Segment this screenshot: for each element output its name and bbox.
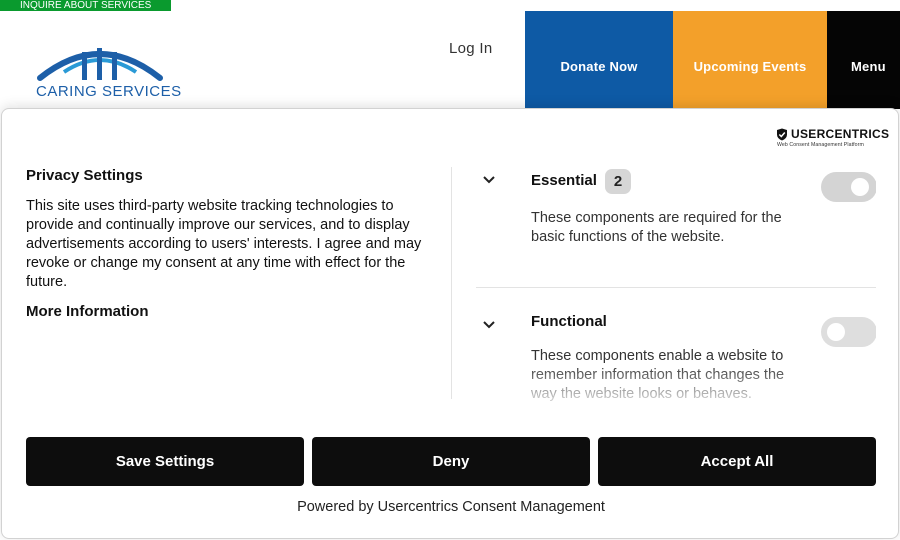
shield-check-icon xyxy=(777,128,787,140)
save-settings-button[interactable]: Save Settings xyxy=(26,437,304,486)
service-essential: Essential 2 These components are require… xyxy=(476,167,876,288)
bridge-logo-icon xyxy=(37,48,163,81)
more-information-link[interactable]: More Information xyxy=(26,303,149,320)
service-categories-list[interactable]: Essential 2 These components are require… xyxy=(476,167,876,407)
privacy-settings-dialog: USERCENTRICS Web Consent Management Plat… xyxy=(1,108,899,539)
usercentrics-logo: USERCENTRICS Web Consent Management Plat… xyxy=(776,127,889,151)
column-divider xyxy=(451,167,452,399)
consent-actions: Save Settings Deny Accept All xyxy=(26,437,876,486)
chevron-down-icon[interactable] xyxy=(482,320,496,330)
essential-toggle[interactable] xyxy=(821,172,876,202)
service-functional: Functional These components enable a web… xyxy=(476,288,876,407)
service-description: These components are required for the ba… xyxy=(531,210,782,245)
deny-button[interactable]: Deny xyxy=(312,437,590,486)
powered-by-text: Powered by Usercentrics Consent Manageme… xyxy=(297,499,605,515)
service-name: Functional xyxy=(531,313,607,330)
accept-all-button[interactable]: Accept All xyxy=(598,437,876,486)
chevron-down-icon[interactable] xyxy=(482,175,496,185)
logo-text: CARING SERVICES xyxy=(36,83,182,100)
privacy-description: This site uses third-party website track… xyxy=(26,198,422,290)
caring-services-logo[interactable]: CARING SERVICES xyxy=(34,38,181,102)
inquire-about-services-link[interactable]: INQUIRE ABOUT SERVICES xyxy=(0,0,171,11)
log-in-link[interactable]: Log In xyxy=(449,40,493,57)
usercentrics-brand: USERCENTRICS xyxy=(791,127,890,141)
donate-now-button[interactable]: Donate Now xyxy=(525,11,673,109)
privacy-info-panel: Privacy Settings This site uses third-pa… xyxy=(26,167,431,321)
service-name: Essential xyxy=(531,172,597,189)
toggle-knob xyxy=(851,178,869,196)
toggle-knob xyxy=(827,323,845,341)
privacy-settings-title: Privacy Settings xyxy=(26,167,143,184)
service-description: These components enable a website to rem… xyxy=(531,348,785,402)
service-count-badge: 2 xyxy=(605,169,631,194)
menu-button[interactable]: Menu xyxy=(827,11,900,109)
functional-toggle[interactable] xyxy=(821,317,876,347)
upcoming-events-button[interactable]: Upcoming Events xyxy=(673,11,827,109)
usercentrics-tagline: Web Consent Management Platform xyxy=(777,142,864,148)
